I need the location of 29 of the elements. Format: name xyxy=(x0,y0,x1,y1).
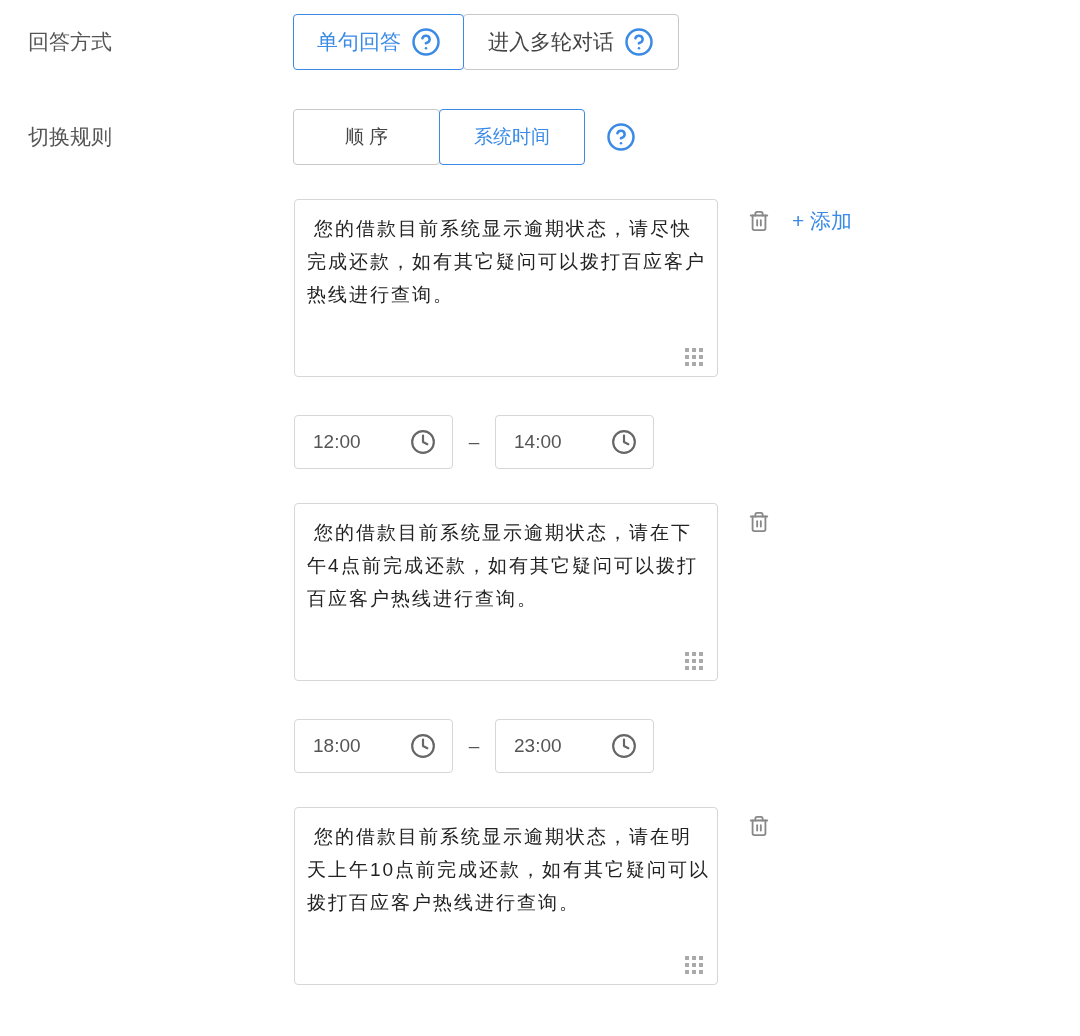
clock-icon xyxy=(410,429,436,455)
clock-icon xyxy=(611,429,637,455)
field-label: 切换规则 xyxy=(28,124,113,150)
delete-icon[interactable] xyxy=(748,815,770,837)
switch-rule-option[interactable]: 顺 序 xyxy=(293,109,440,165)
resize-grip-icon[interactable] xyxy=(684,347,704,367)
range-separator: – xyxy=(467,735,481,757)
message-field[interactable]: 您的借款目前系统显示逾期状态，请在下午4点前完成还款，如有其它疑问可以拨打百应客户热线进行查询。 xyxy=(294,503,718,681)
start-time-field[interactable]: 12:00 xyxy=(294,415,453,469)
switch-rule-option[interactable]: 系统时间 xyxy=(439,109,585,165)
resize-grip-icon[interactable] xyxy=(684,955,704,975)
help-icon[interactable] xyxy=(624,27,654,57)
field-label: 回答方式 xyxy=(28,29,113,55)
message-field[interactable]: 您的借款目前系统显示逾期状态，请尽快完成还款，如有其它疑问可以拨打百应客户热线进行查询。 xyxy=(294,199,718,377)
clock-icon xyxy=(410,733,436,759)
answer-mode-option[interactable]: 单句回答 xyxy=(293,14,464,70)
range-separator: – xyxy=(467,431,481,453)
delete-icon[interactable] xyxy=(748,511,770,533)
help-icon[interactable] xyxy=(410,27,441,57)
end-time-field[interactable]: 14:00 xyxy=(495,415,654,469)
start-time-field[interactable]: 18:00 xyxy=(294,719,453,773)
clock-icon xyxy=(611,733,637,759)
answer-mode-option[interactable]: 进入多轮对话 xyxy=(463,14,679,70)
resize-grip-icon[interactable] xyxy=(684,651,704,671)
message-field[interactable]: 您的借款目前系统显示逾期状态，请在明天上午10点前完成还款，如有其它疑问可以拨打百应客户热线进行查询。 xyxy=(294,807,718,985)
help-icon[interactable] xyxy=(606,122,636,152)
delete-icon[interactable] xyxy=(748,210,770,232)
end-time-field[interactable]: 23:00 xyxy=(495,719,654,773)
add-link[interactable]: + 添加 xyxy=(792,207,853,235)
